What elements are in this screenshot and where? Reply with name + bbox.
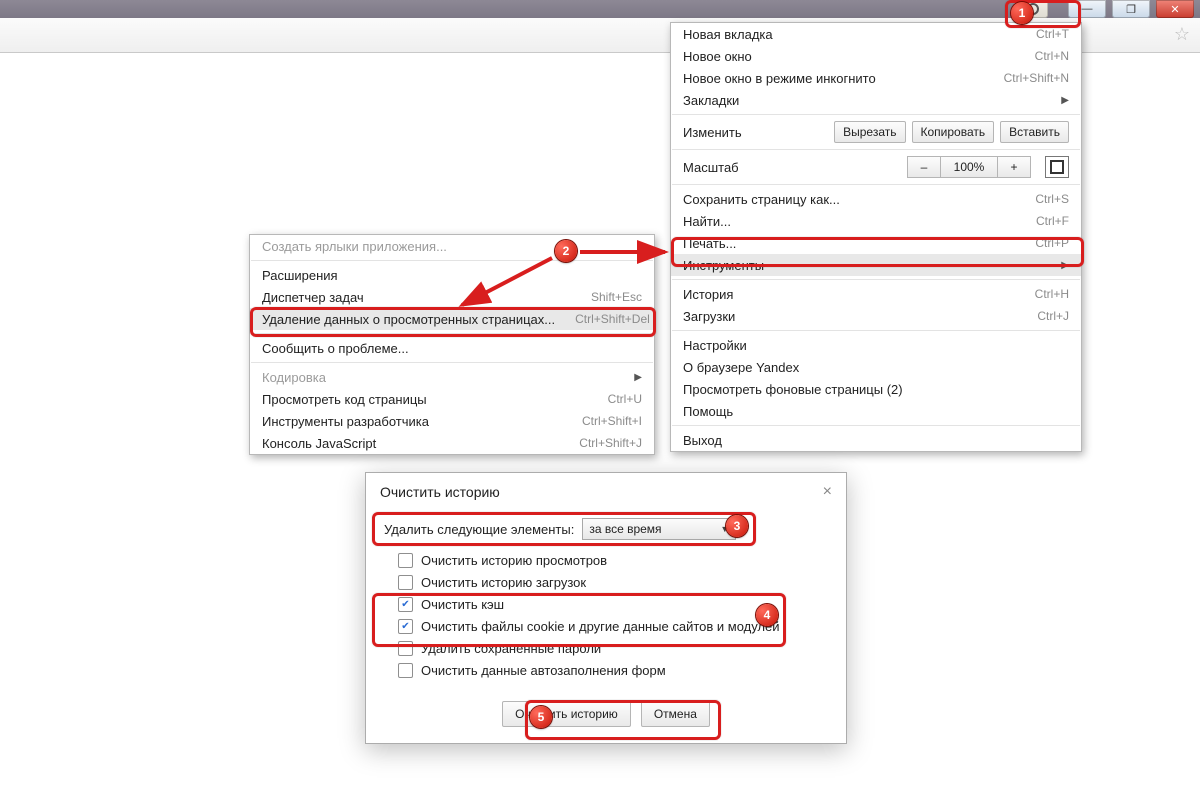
annotation-badge: 1 [1011, 2, 1033, 24]
annotation-arrows [0, 0, 1200, 800]
annotation-badge: 4 [756, 604, 778, 626]
annotation-badge: 5 [530, 706, 552, 728]
annotation-badge: 2 [555, 240, 577, 262]
annotation-badge: 3 [726, 515, 748, 537]
